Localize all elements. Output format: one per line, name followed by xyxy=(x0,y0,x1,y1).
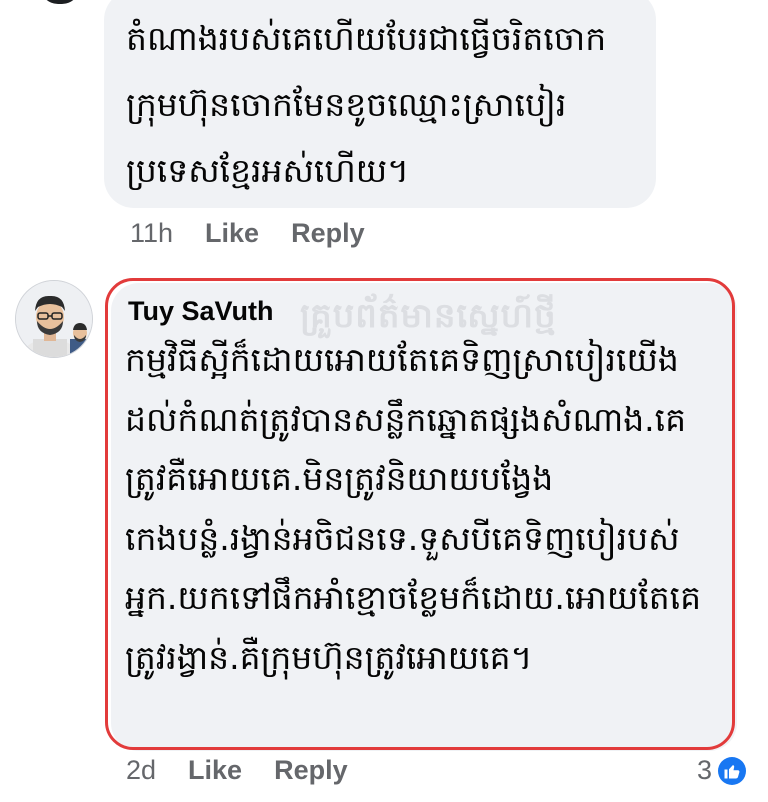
previous-comment-actions: 11h Like Reply xyxy=(130,218,397,249)
previous-comment-bubble: តំណាងរបស់គេហើយបែរជាធ្វើចរិតចោក ក្រុមហ៊ុន… xyxy=(104,0,656,208)
comment-actions: 2d Like Reply xyxy=(126,755,380,786)
reply-button[interactable]: Reply xyxy=(274,755,348,786)
like-button[interactable]: Like xyxy=(205,218,259,249)
like-button[interactable]: Like xyxy=(188,755,242,786)
previous-comment-time[interactable]: 11h xyxy=(130,218,173,249)
reactions-summary[interactable]: 3 xyxy=(697,755,746,786)
reply-button[interactable]: Reply xyxy=(291,218,365,249)
previous-comment-text: តំណាងរបស់គេហើយបែរជាធ្វើចរិតចោក ក្រុមហ៊ុន… xyxy=(126,19,607,190)
previous-avatar[interactable] xyxy=(40,0,80,4)
highlight-outline xyxy=(105,278,735,750)
avatar-cartoon-icon xyxy=(16,281,92,357)
thumbs-up-icon xyxy=(718,756,746,785)
reaction-count: 3 xyxy=(696,755,712,785)
avatar[interactable] xyxy=(15,280,93,358)
comment-time[interactable]: 2d xyxy=(126,755,156,786)
